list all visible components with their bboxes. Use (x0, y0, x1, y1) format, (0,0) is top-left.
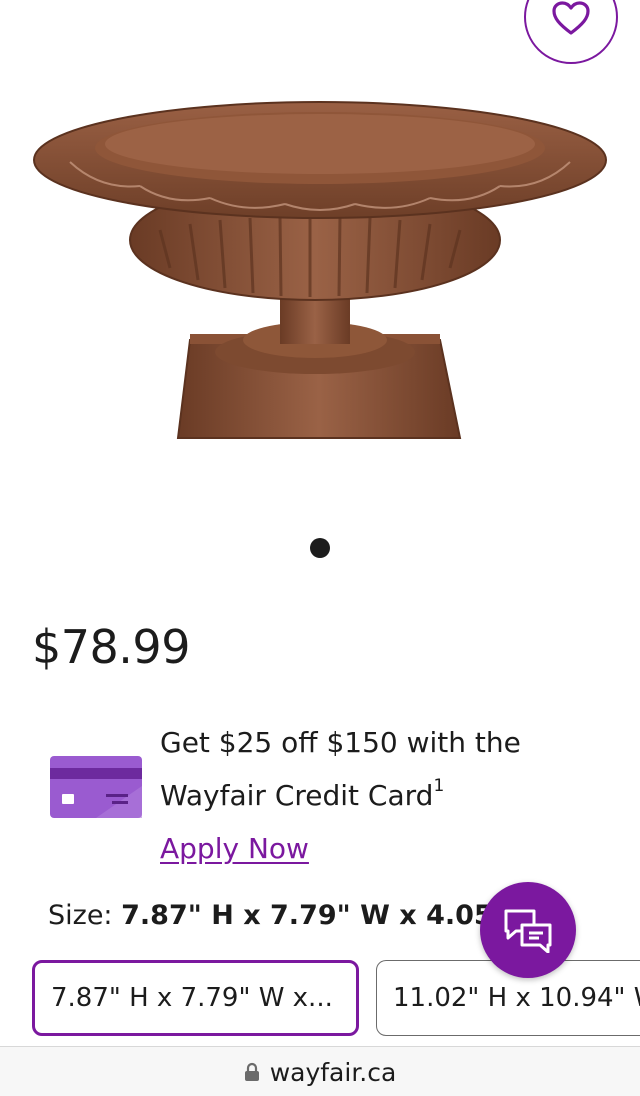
credit-card-icon (50, 756, 142, 818)
heart-icon (552, 1, 590, 35)
favorite-button[interactable] (524, 0, 618, 64)
chat-button[interactable] (480, 882, 576, 978)
url-text: wayfair.ca (269, 1057, 397, 1087)
size-option-selected[interactable]: 7.87" H x 7.79" W x... (32, 960, 359, 1036)
size-label: Size: (48, 900, 113, 931)
lock-icon (244, 1062, 259, 1081)
chat-icon (504, 909, 552, 953)
promo-card-name: Wayfair Credit Card (160, 779, 434, 812)
product-image[interactable] (30, 90, 610, 450)
product-page: $78.99 Get $25 off $150 with the Wayfair… (0, 0, 640, 1096)
carousel-dot-active[interactable] (310, 538, 330, 558)
promo-line-2: Wayfair Credit Card1 (160, 769, 600, 822)
browser-url-bar[interactable]: wayfair.ca (0, 1046, 640, 1096)
credit-card-promo: Get $25 off $150 with the Wayfair Credit… (160, 716, 600, 875)
apply-now-link[interactable]: Apply Now (160, 832, 309, 865)
promo-line-1: Get $25 off $150 with the (160, 726, 521, 759)
product-price: $78.99 (32, 620, 190, 674)
size-selected-value: 7.87" H x 7.79" W x 4.05" (121, 900, 507, 931)
size-selection-label: Size: 7.87" H x 7.79" W x 4.05" (48, 900, 507, 931)
promo-footnote[interactable]: 1 (433, 776, 444, 796)
